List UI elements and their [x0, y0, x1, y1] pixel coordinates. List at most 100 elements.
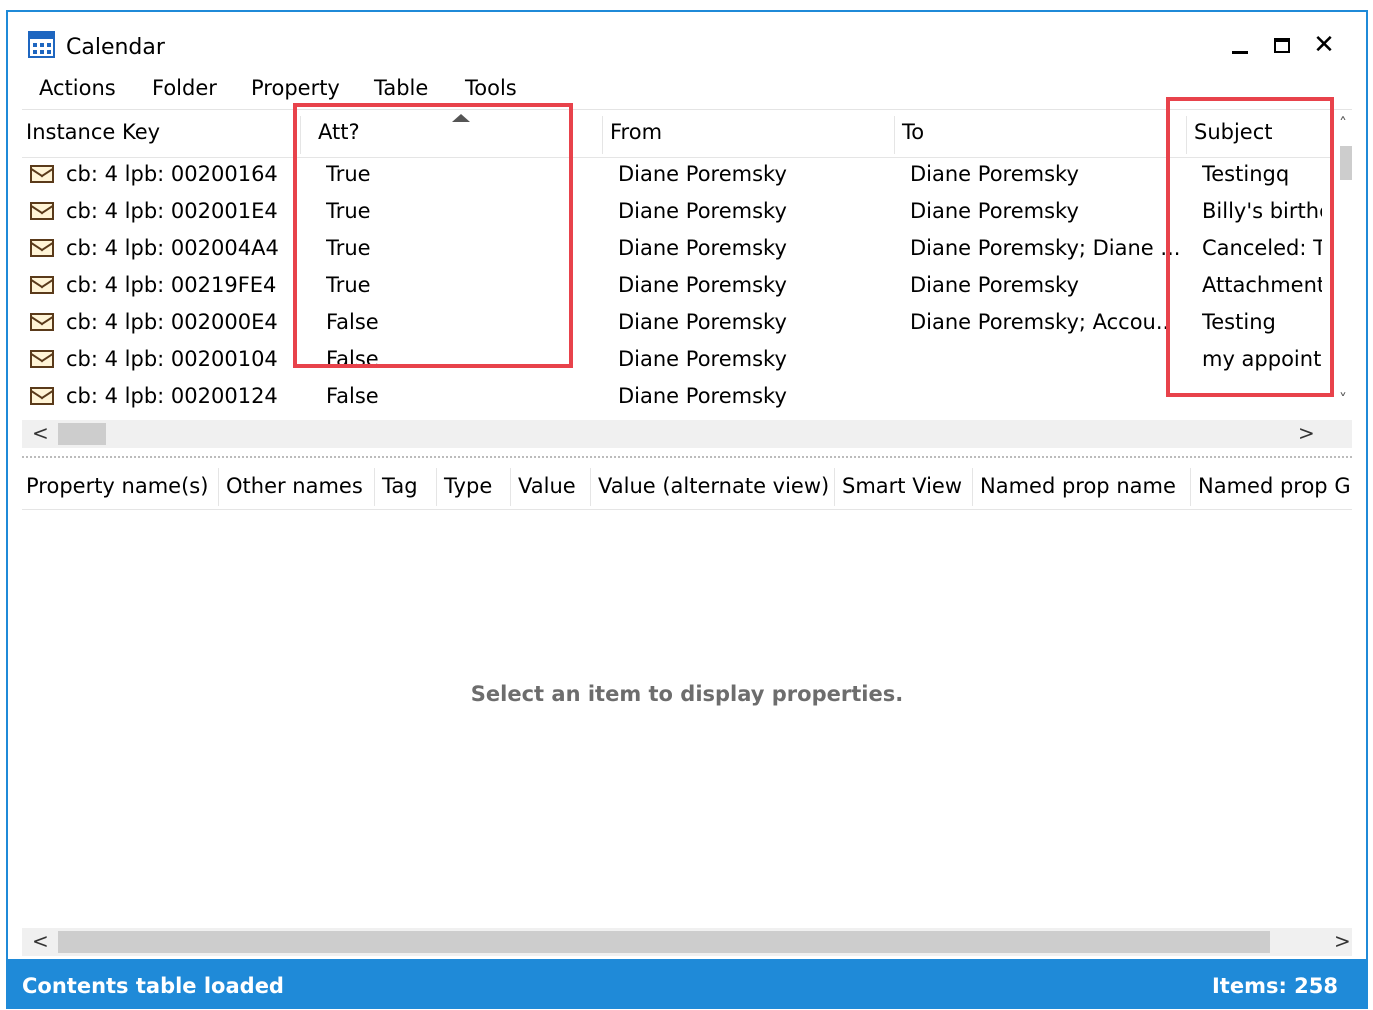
instance-key-cell: cb: 4 lpb: 00200124	[66, 384, 278, 408]
to-cell: Diane Poremsky; Accou..	[910, 310, 1170, 334]
calendar-window: Calendar ✕ Actions Folder Property Table…	[6, 10, 1368, 1009]
column-divider[interactable]	[1186, 116, 1187, 154]
menu-property[interactable]: Property	[251, 76, 340, 100]
column-to[interactable]: To	[902, 120, 924, 144]
properties-empty-message: Select an item to display properties.	[470, 682, 904, 706]
splitter[interactable]	[22, 456, 1352, 458]
subject-cell: Billy's birthc	[1202, 199, 1322, 223]
instance-key-cell: cb: 4 lpb: 00200104	[66, 347, 278, 371]
column-type[interactable]: Type	[444, 474, 492, 498]
menu-actions[interactable]: Actions	[39, 76, 116, 100]
envelope-icon	[30, 313, 54, 331]
envelope-icon	[30, 165, 54, 183]
maximize-icon	[1274, 37, 1290, 53]
menu-tools[interactable]: Tools	[465, 76, 517, 100]
instance-key-cell: cb: 4 lpb: 002000E4	[66, 310, 278, 334]
column-value-alternate[interactable]: Value (alternate view)	[598, 474, 829, 498]
vertical-scrollbar[interactable]: ˄ ˅	[1338, 110, 1354, 415]
attachment-cell: True	[326, 162, 371, 186]
scrollbar-thumb[interactable]	[1340, 146, 1352, 180]
horizontal-scrollbar-bottom[interactable]: < >	[22, 928, 1352, 956]
attachment-cell: True	[326, 236, 371, 260]
from-cell: Diane Poremsky	[618, 162, 787, 186]
attachment-cell: False	[326, 347, 379, 371]
status-message: Contents table loaded	[22, 974, 284, 998]
column-divider[interactable]	[436, 468, 437, 506]
column-divider[interactable]	[218, 468, 219, 506]
table-row[interactable]: cb: 4 lpb: 00200164 True Diane Poremsky …	[22, 158, 1332, 195]
envelope-icon	[30, 350, 54, 368]
from-cell: Diane Poremsky	[618, 236, 787, 260]
column-smart-view[interactable]: Smart View	[842, 474, 962, 498]
attachment-cell: True	[326, 199, 371, 223]
column-divider[interactable]	[834, 468, 835, 506]
envelope-icon	[30, 202, 54, 220]
column-divider[interactable]	[374, 468, 375, 506]
subject-cell: my appoint	[1202, 347, 1322, 371]
column-subject[interactable]: Subject	[1194, 120, 1273, 144]
table-row[interactable]: cb: 4 lpb: 00219FE4 True Diane Poremsky …	[22, 269, 1332, 306]
table-row[interactable]: cb: 4 lpb: 002000E4 False Diane Poremsky…	[22, 306, 1332, 343]
scroll-right-icon[interactable]: >	[1298, 421, 1315, 445]
column-property-names[interactable]: Property name(s)	[26, 474, 208, 498]
instance-key-cell: cb: 4 lpb: 002004A4	[66, 236, 279, 260]
scrollbar-thumb[interactable]	[58, 423, 106, 445]
scroll-down-icon[interactable]: ˅	[1339, 390, 1347, 409]
column-tag[interactable]: Tag	[382, 474, 418, 498]
close-button[interactable]: ✕	[1306, 30, 1342, 60]
menu-table[interactable]: Table	[374, 76, 428, 100]
scroll-left-icon[interactable]: <	[32, 929, 49, 953]
from-cell: Diane Poremsky	[618, 384, 787, 408]
from-cell: Diane Poremsky	[618, 347, 787, 371]
column-divider[interactable]	[590, 468, 591, 506]
title-bar: Calendar ✕	[8, 12, 1366, 72]
table-row[interactable]: cb: 4 lpb: 00200124 False Diane Poremsky	[22, 380, 1332, 417]
to-cell: Diane Poremsky; Diane ...	[910, 236, 1180, 260]
column-divider[interactable]	[300, 116, 301, 154]
column-attachment[interactable]: Att?	[318, 120, 360, 144]
envelope-icon	[30, 276, 54, 294]
column-other-names[interactable]: Other names	[226, 474, 363, 498]
table-row[interactable]: cb: 4 lpb: 002004A4 True Diane Poremsky …	[22, 232, 1332, 269]
menu-folder[interactable]: Folder	[152, 76, 217, 100]
from-cell: Diane Poremsky	[618, 199, 787, 223]
horizontal-scrollbar-top[interactable]: < >	[22, 420, 1352, 448]
column-divider[interactable]	[602, 116, 603, 154]
calendar-icon	[28, 31, 55, 58]
from-cell: Diane Poremsky	[618, 273, 787, 297]
contents-table-header: Instance Key Att? From To Subject	[22, 110, 1332, 158]
column-value[interactable]: Value	[518, 474, 576, 498]
column-divider[interactable]	[972, 468, 973, 506]
menu-bar: Actions Folder Property Table Tools	[8, 74, 1366, 108]
column-named-prop-guid[interactable]: Named prop GI	[1198, 474, 1352, 498]
to-cell: Diane Poremsky	[910, 162, 1079, 186]
contents-table[interactable]: Instance Key Att? From To Subject cb: 4 …	[22, 109, 1352, 454]
maximize-button[interactable]	[1264, 30, 1300, 60]
instance-key-cell: cb: 4 lpb: 002001E4	[66, 199, 278, 223]
scroll-left-icon[interactable]: <	[32, 421, 49, 445]
subject-cell: Testingq	[1202, 162, 1290, 186]
minimize-icon	[1232, 50, 1248, 54]
minimize-button[interactable]	[1222, 30, 1258, 60]
subject-cell: Attachment	[1202, 273, 1322, 297]
table-row[interactable]: cb: 4 lpb: 002001E4 True Diane Poremsky …	[22, 195, 1332, 232]
properties-table-header: Property name(s) Other names Tag Type Va…	[22, 464, 1352, 510]
column-divider[interactable]	[894, 116, 895, 154]
table-row[interactable]: cb: 4 lpb: 00200104 False Diane Poremsky…	[22, 343, 1332, 380]
column-divider[interactable]	[510, 468, 511, 506]
column-instance-key[interactable]: Instance Key	[26, 120, 160, 144]
instance-key-cell: cb: 4 lpb: 00219FE4	[66, 273, 277, 297]
column-from[interactable]: From	[610, 120, 662, 144]
attachment-cell: False	[326, 384, 379, 408]
window-title: Calendar	[66, 35, 165, 60]
attachment-cell: False	[326, 310, 379, 334]
scrollbar-thumb[interactable]	[58, 931, 1270, 953]
sort-ascending-icon	[452, 114, 470, 122]
envelope-icon	[30, 239, 54, 257]
scroll-up-icon[interactable]: ˄	[1339, 114, 1347, 133]
scroll-right-icon[interactable]: >	[1334, 929, 1351, 953]
to-cell: Diane Poremsky	[910, 273, 1079, 297]
column-divider[interactable]	[1190, 468, 1191, 506]
subject-cell: Testing	[1202, 310, 1276, 334]
column-named-prop-name[interactable]: Named prop name	[980, 474, 1176, 498]
